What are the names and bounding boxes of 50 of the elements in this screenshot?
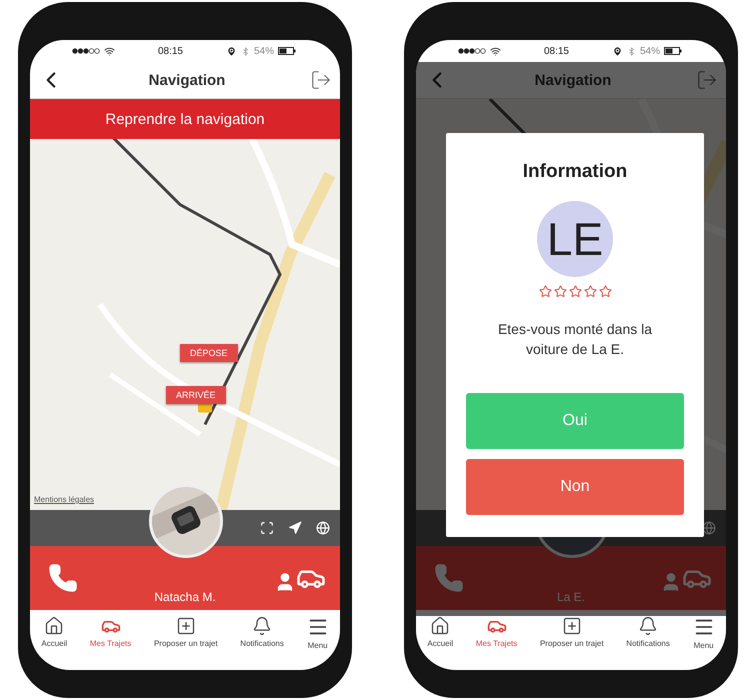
wifi-icon — [104, 46, 115, 56]
bluetooth-icon — [240, 46, 250, 56]
screen-title: Navigation — [534, 72, 612, 88]
globe-icon[interactable] — [316, 521, 330, 535]
tab-item[interactable]: Menu — [306, 616, 329, 650]
globe-icon[interactable] — [702, 521, 716, 535]
tab-item[interactable]: Mes Trajets — [90, 616, 132, 648]
tab-item[interactable]: Notifications — [626, 616, 670, 648]
driver-name: La E. — [556, 590, 586, 604]
rating-star-icon — [554, 285, 566, 298]
plus-icon — [176, 616, 196, 636]
tab-item[interactable]: Proposer un trajet — [540, 616, 604, 648]
home-icon — [430, 616, 450, 636]
wifi-icon — [490, 46, 501, 56]
driver-name: Natacha M. — [153, 590, 217, 604]
logout-button[interactable] — [310, 69, 332, 91]
status-time: 08:15 — [544, 46, 569, 56]
phone-icon[interactable] — [48, 563, 78, 593]
rating-star-icon — [568, 285, 582, 298]
tab-item[interactable]: Accueil — [41, 616, 68, 648]
initials-avatar: LE — [537, 201, 613, 277]
battery-icon — [278, 47, 296, 55]
tab-item[interactable]: Accueil — [427, 616, 454, 648]
dialog-title: Information — [522, 161, 628, 183]
home-icon — [44, 616, 64, 636]
battery-percent: 54% — [254, 46, 274, 56]
locate-icon[interactable] — [288, 521, 302, 535]
battery-icon — [664, 47, 682, 55]
bell-icon — [638, 616, 658, 636]
rating-star-icon — [538, 285, 552, 298]
location-icon — [226, 46, 237, 56]
rating-star-icon — [584, 285, 596, 298]
resume-navigation-button[interactable]: Reprendre la navigation — [30, 99, 340, 139]
tab-item[interactable]: Mes Trajets — [476, 616, 518, 648]
tab-item[interactable]: Notifications — [240, 616, 284, 648]
status-time: 08:15 — [158, 46, 183, 56]
logout-button[interactable] — [696, 69, 718, 91]
tab-item[interactable]: Proposer un trajet — [154, 616, 218, 648]
plus-icon — [562, 616, 582, 636]
bluetooth-icon — [626, 46, 636, 56]
bell-icon — [252, 616, 272, 636]
dialog-message: Etes-vous monté dans la voiture de La E. — [496, 320, 654, 359]
location-icon — [612, 46, 623, 56]
rating-star-icon — [598, 285, 612, 298]
signal-icon — [458, 48, 486, 54]
tab-item[interactable]: Menu — [692, 616, 715, 650]
battery-percent: 54% — [640, 46, 660, 56]
fullscreen-icon[interactable] — [260, 521, 274, 535]
screen-title: Navigation — [148, 72, 226, 88]
signal-icon — [72, 48, 100, 54]
